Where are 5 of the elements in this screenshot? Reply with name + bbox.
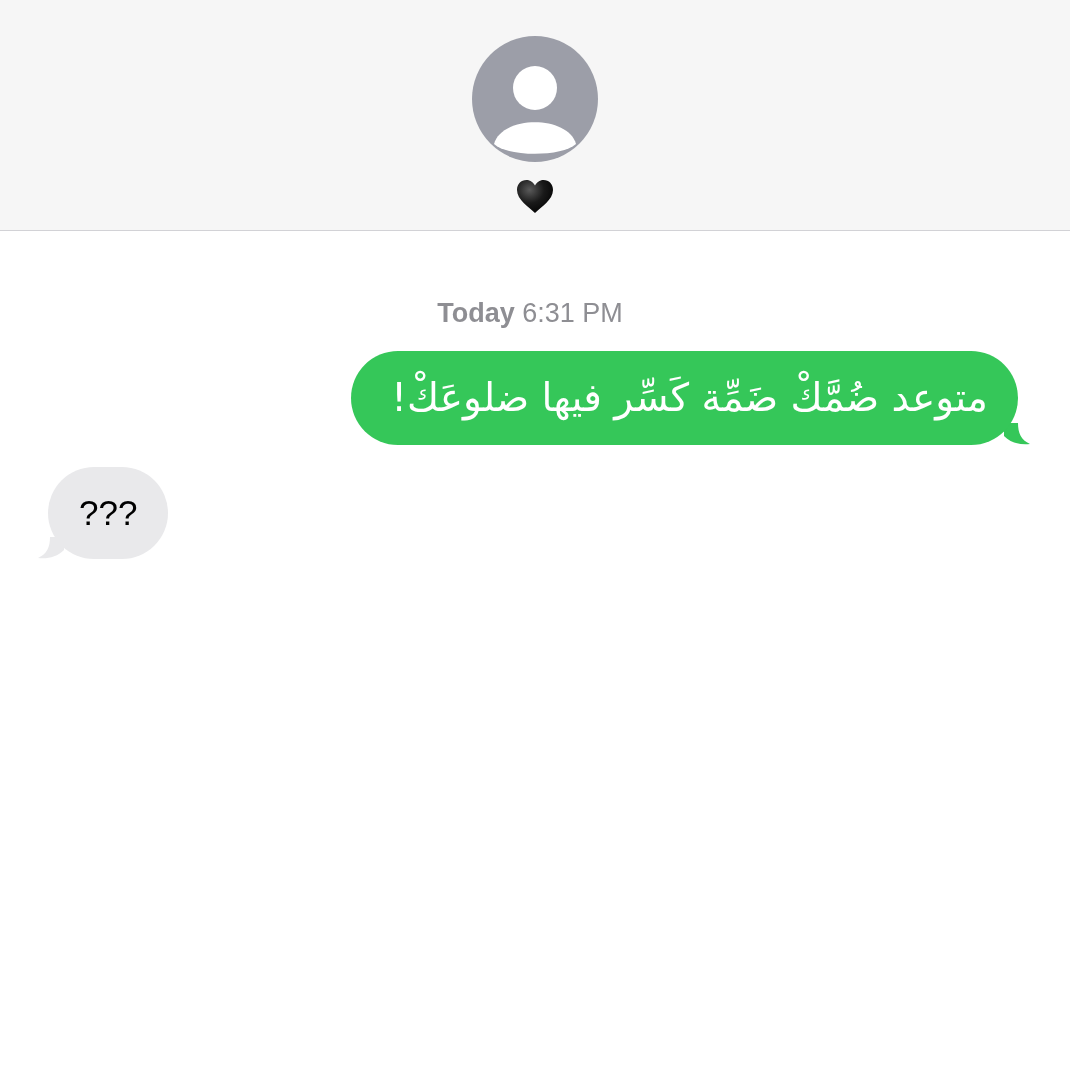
heart-icon xyxy=(517,180,553,213)
avatar-icon[interactable] xyxy=(472,36,598,162)
message-text: ??? xyxy=(79,491,138,534)
message-timestamp: Today 6:31 PM xyxy=(437,298,623,328)
message-text: متوعد ضُمَّكْ ضَمِّة كَسِّر فيها ضلوعَكْ! xyxy=(391,368,988,428)
